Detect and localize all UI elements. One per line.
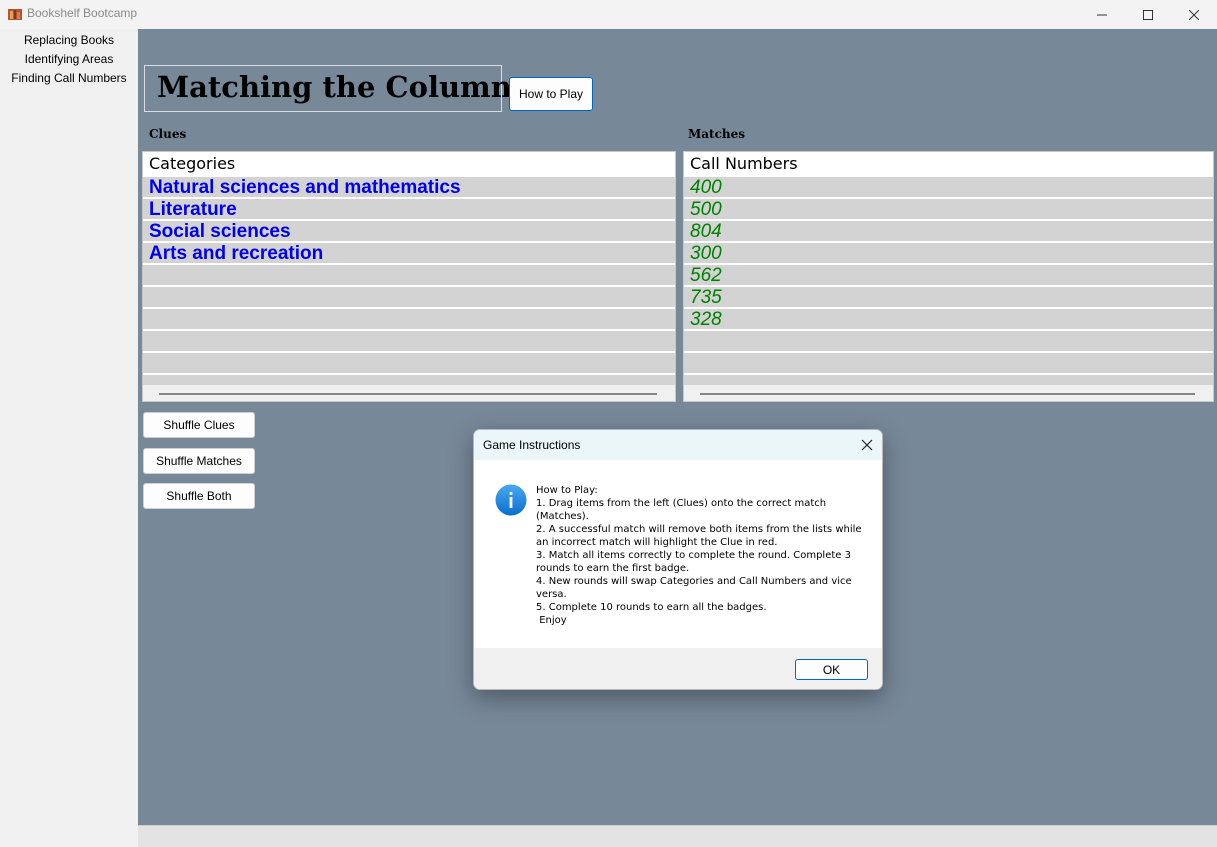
maximize-icon — [1143, 9, 1153, 20]
dialog-title: Game Instructions — [483, 438, 581, 452]
empty-row — [684, 353, 1213, 374]
clues-list[interactable]: Categories Natural sciences and mathemat… — [142, 151, 676, 402]
ok-button[interactable]: OK — [795, 659, 868, 680]
match-item[interactable]: 328 — [684, 309, 1213, 330]
empty-row — [143, 309, 675, 330]
match-item[interactable]: 562 — [684, 265, 1213, 286]
dialog-message: How to Play: 1. Drag items from the left… — [536, 485, 862, 626]
match-item[interactable]: 735 — [684, 287, 1213, 308]
clue-item[interactable]: Social sciences — [143, 221, 675, 242]
matches-horizontal-scrollbar[interactable] — [684, 385, 1213, 401]
clue-item[interactable]: Natural sciences and mathematics — [143, 177, 675, 198]
empty-row — [143, 331, 675, 352]
shuffle-clues-button[interactable]: Shuffle Clues — [143, 412, 255, 438]
window-title: Bookshelf Bootcamp — [27, 6, 138, 20]
match-item[interactable]: 300 — [684, 243, 1213, 264]
dialog-titlebar: Game Instructions — [474, 430, 882, 460]
matches-list-header: Call Numbers — [684, 152, 1213, 176]
close-icon — [1189, 9, 1199, 20]
scrollbar-thumb[interactable] — [159, 393, 657, 395]
window-titlebar: Bookshelf Bootcamp — [0, 0, 1217, 29]
scrollbar-thumb[interactable] — [700, 393, 1195, 395]
game-instructions-dialog: Game Instructions How to Play: 1. Drag i… — [473, 429, 883, 690]
sidebar-item-identifying-areas[interactable]: Identifying Areas — [0, 52, 138, 66]
clues-horizontal-scrollbar[interactable] — [143, 385, 675, 401]
minimize-button[interactable] — [1079, 0, 1125, 29]
shuffle-both-button[interactable]: Shuffle Both — [143, 483, 255, 509]
minimize-icon — [1097, 14, 1107, 15]
dialog-close-icon[interactable] — [858, 436, 876, 454]
match-item[interactable]: 804 — [684, 221, 1213, 242]
books-app-icon — [7, 6, 23, 22]
sidebar-item-replacing-books[interactable]: Replacing Books — [0, 33, 138, 47]
match-item[interactable]: 400 — [684, 177, 1213, 198]
clue-item[interactable]: Arts and recreation — [143, 243, 675, 264]
status-bar — [138, 825, 1217, 847]
info-icon — [495, 484, 527, 516]
shuffle-matches-button[interactable]: Shuffle Matches — [143, 448, 255, 474]
page-title-box: Matching the Columns — [144, 65, 528, 112]
main-panel — [138, 29, 1217, 825]
matches-list[interactable]: Call Numbers 400 500 804 300 562 735 328 — [683, 151, 1214, 402]
clues-label: Clues — [149, 127, 187, 141]
match-item[interactable]: 500 — [684, 199, 1213, 220]
sidebar: Replacing Books Identifying Areas Findin… — [0, 29, 138, 847]
close-button[interactable] — [1171, 0, 1217, 29]
sidebar-item-finding-call-numbers[interactable]: Finding Call Numbers — [0, 71, 138, 85]
empty-row — [143, 265, 675, 286]
empty-row — [143, 287, 675, 308]
page-title: Matching the Columns — [157, 70, 529, 104]
clue-item[interactable]: Literature — [143, 199, 675, 220]
matches-label: Matches — [688, 127, 746, 141]
maximize-button[interactable] — [1125, 0, 1171, 29]
empty-row — [143, 353, 675, 374]
clues-list-header: Categories — [143, 152, 675, 176]
empty-row — [684, 331, 1213, 352]
how-to-play-button[interactable]: How to Play — [509, 77, 593, 111]
